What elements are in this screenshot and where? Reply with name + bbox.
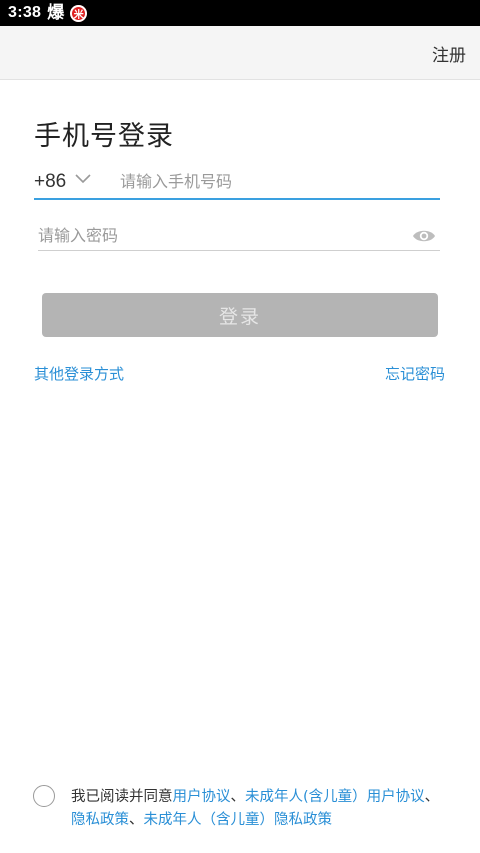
app-header: 注册: [0, 26, 480, 80]
password-field-row: [38, 220, 440, 251]
other-login-methods-link[interactable]: 其他登录方式: [34, 363, 124, 384]
separator: 、: [424, 789, 440, 805]
register-link[interactable]: 注册: [432, 41, 466, 66]
privacy-policy-link[interactable]: 隐私政策: [71, 812, 129, 828]
status-time: 3:38: [8, 4, 42, 21]
agreement-checkbox[interactable]: [33, 785, 55, 807]
agreement-prefix: 我已阅读并同意: [71, 789, 173, 805]
separator: 、: [129, 812, 144, 828]
app-notification-icon: 爆: [47, 2, 65, 23]
minor-user-agreement-link[interactable]: 未成年人(含儿童）用户协议: [245, 789, 425, 805]
chevron-down-icon[interactable]: [75, 173, 91, 185]
login-button[interactable]: 登录: [42, 293, 438, 337]
minor-privacy-policy-link[interactable]: 未成年人（含儿童）隐私政策: [144, 812, 333, 828]
page-title: 手机号登录: [34, 121, 174, 152]
phone-field-row: +86: [34, 166, 440, 200]
forgot-password-link[interactable]: 忘记密码: [385, 363, 445, 384]
eye-icon[interactable]: [412, 228, 436, 244]
agreement-text: 我已阅读并同意用户协议、未成年人(含儿童）用户协议、隐私政策、未成年人（含儿童）…: [71, 786, 441, 832]
status-bar: 3:38 爆 米: [0, 0, 480, 26]
password-input[interactable]: [38, 222, 398, 248]
separator: 、: [230, 789, 246, 805]
country-code-selector[interactable]: +86: [34, 171, 66, 193]
phone-input[interactable]: [120, 168, 430, 194]
login-screen: 3:38 爆 米 注册 手机号登录 +86 登录 其他登录方式 忘记密码 我已阅…: [0, 0, 480, 853]
red-badge-icon: 米: [70, 4, 88, 22]
user-agreement-link[interactable]: 用户协议: [173, 789, 231, 805]
